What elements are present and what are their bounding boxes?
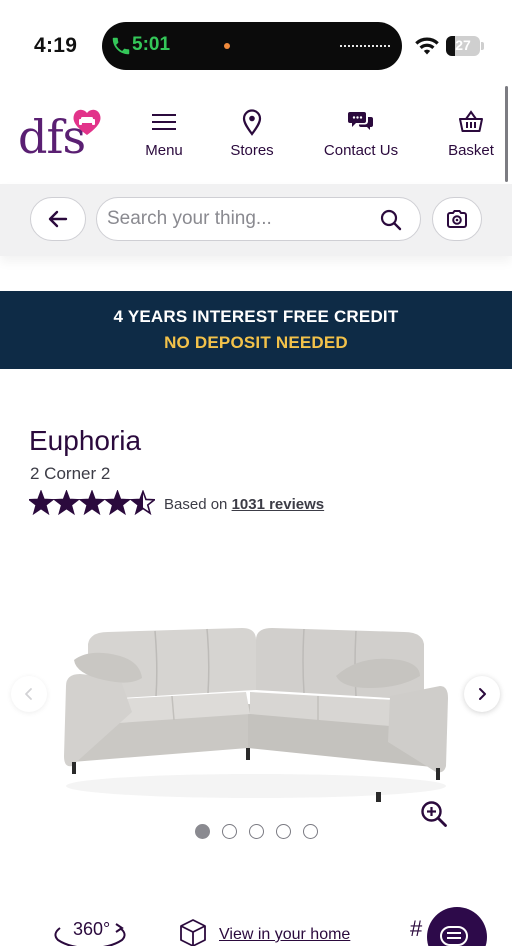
visual-search-camera-button[interactable] xyxy=(432,197,482,241)
gallery-dot[interactable] xyxy=(249,824,264,839)
gallery-dot[interactable] xyxy=(195,824,210,839)
chat-lines-icon xyxy=(440,926,468,946)
search-input[interactable] xyxy=(107,206,367,232)
site-header: dfs Menu Stores Contact Us Basket xyxy=(0,90,512,184)
gallery-pagination xyxy=(195,824,325,840)
nav-menu[interactable]: Menu xyxy=(143,108,185,159)
hamburger-icon xyxy=(152,114,176,130)
phone-icon xyxy=(112,37,130,55)
gallery-prev-button[interactable] xyxy=(11,676,47,712)
nav-stores[interactable]: Stores xyxy=(228,108,276,159)
nav-contact-us-label: Contact Us xyxy=(323,142,399,159)
search-box[interactable] xyxy=(96,197,421,241)
hashtag-label: # xyxy=(410,916,423,941)
nav-stores-label: Stores xyxy=(230,142,274,159)
audio-waveform xyxy=(340,45,390,48)
battery-level: 27 xyxy=(455,37,471,53)
star-fill xyxy=(106,491,129,514)
map-pin-icon xyxy=(242,109,262,136)
product-image-gallery[interactable] xyxy=(0,560,512,827)
promo-banner[interactable]: 4 YEARS INTEREST FREE CREDIT NO DEPOSIT … xyxy=(0,291,512,369)
ar-cube-icon xyxy=(180,919,206,946)
chat-fab-button[interactable] xyxy=(427,907,487,946)
star-fill xyxy=(29,491,53,514)
basket-icon xyxy=(459,110,483,132)
product-variant: 2 Corner 2 xyxy=(30,464,111,483)
zoom-in-icon[interactable] xyxy=(420,800,448,828)
search-bar-row xyxy=(0,184,512,256)
star-fill xyxy=(55,491,78,514)
reviews-summary: Based on 1031 reviews xyxy=(164,496,324,513)
sofa-heart-icon xyxy=(73,109,101,135)
status-bar: 4:19 5:01 27 xyxy=(0,0,512,90)
arrow-left-icon xyxy=(48,210,68,228)
promo-subline: NO DEPOSIT NEEDED xyxy=(164,333,348,352)
wifi-icon xyxy=(415,37,439,55)
camera-icon xyxy=(447,210,467,228)
reviews-link[interactable]: 1031 reviews xyxy=(232,496,325,513)
view-in-your-home-label: View in your home xyxy=(219,926,351,943)
dynamic-island-call[interactable]: 5:01 xyxy=(102,22,402,70)
nav-basket-label: Basket xyxy=(448,142,494,159)
gallery-dot[interactable] xyxy=(222,824,237,839)
privacy-indicator-dot xyxy=(224,43,230,49)
nav-contact-us[interactable]: Contact Us xyxy=(319,108,403,159)
view-360-button[interactable]: 360° xyxy=(50,916,130,946)
chat-bubbles-icon xyxy=(348,112,373,130)
view-360-label: 360° xyxy=(73,919,111,939)
product-image-corner-sofa[interactable] xyxy=(60,616,452,802)
battery-tip xyxy=(481,42,484,50)
reviews-prefix: Based on xyxy=(164,496,228,513)
nav-basket[interactable]: Basket xyxy=(445,108,497,159)
call-timer: 5:01 xyxy=(132,34,171,55)
back-button[interactable] xyxy=(30,197,86,241)
chevron-left-icon xyxy=(25,688,32,700)
view-in-your-home-button[interactable]: View in your home xyxy=(176,916,376,946)
chevron-right-icon xyxy=(479,688,486,700)
search-icon[interactable] xyxy=(379,208,403,232)
product-title: Euphoria xyxy=(29,425,142,456)
page-scrollbar[interactable] xyxy=(505,86,508,182)
dfs-logo[interactable]: dfs xyxy=(16,98,106,168)
gallery-dot[interactable] xyxy=(276,824,291,839)
promo-headline: 4 YEARS INTEREST FREE CREDIT xyxy=(113,307,399,326)
star-rating[interactable] xyxy=(29,490,155,516)
gallery-dot[interactable] xyxy=(303,824,318,839)
gallery-next-button[interactable] xyxy=(464,676,500,712)
star-fill xyxy=(80,491,104,514)
status-time: 4:19 xyxy=(34,34,78,57)
battery-indicator: 27 xyxy=(446,36,480,56)
nav-menu-label: Menu xyxy=(145,142,183,159)
